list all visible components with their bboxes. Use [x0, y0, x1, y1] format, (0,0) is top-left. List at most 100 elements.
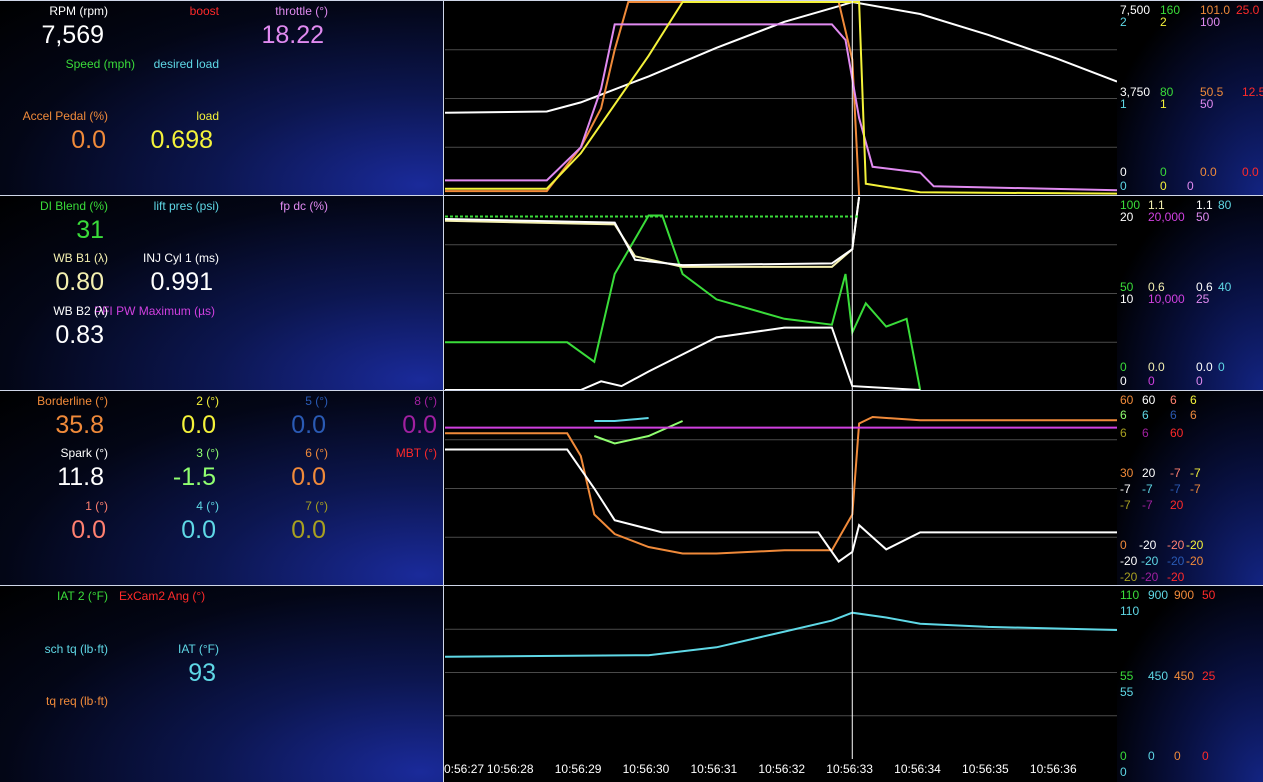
gauge-value-knock-5: 0.0 — [291, 411, 326, 439]
gauge-label-iat2: IAT 2 (°F) — [56, 589, 108, 603]
gauge-label-desired-load: desired load — [153, 57, 219, 71]
gauge-label-iat: IAT (°F) — [177, 642, 219, 656]
time-tick-label: 10:56:32 — [758, 762, 806, 776]
gauge-value-knock-1: 0.0 — [71, 516, 106, 544]
scale-4-mid-1: 55 — [1120, 669, 1134, 683]
series-line-1-0 — [445, 1, 1117, 114]
time-tick-label: 10:56:28 — [486, 762, 534, 776]
time-tick-label: 10:56:36 — [1029, 762, 1077, 776]
scale-4-top-3: 900 — [1174, 588, 1195, 602]
time-tick-label: 10:56:35 — [962, 762, 1009, 776]
scale-4-mid-3: 450 — [1174, 669, 1195, 683]
time-tick-label: 0:56:27 — [444, 762, 485, 776]
scale-4-mid-2: 450 — [1148, 669, 1169, 683]
scale-2-bot2-2: 0 — [1148, 374, 1155, 388]
gauge-label-knock-3: 3 (°) — [196, 446, 219, 460]
scale-3-top3-3: 60 — [1170, 426, 1184, 440]
scale-2-top2-1: 20 — [1120, 210, 1134, 224]
scale-3-mid2-4: -7 — [1190, 482, 1201, 496]
gauge-value-spark: 11.8 — [57, 463, 104, 491]
gauge-label-throttle: throttle (°) — [275, 4, 328, 18]
scale-2: 100 1.1 1.1 80 20 20,000 50 50 0.6 0.6 4… — [1117, 196, 1263, 390]
scale-1-mid2-2: 1 — [1160, 97, 1167, 111]
scale-4-bot-1: 0 — [1120, 749, 1127, 763]
scale-2-top2-3: 50 — [1196, 210, 1210, 224]
scale-3-mid-1: 30 — [1120, 466, 1134, 480]
gauge-value-knock-3: -1.5 — [172, 463, 216, 491]
scale-3-top2-4: 6 — [1190, 408, 1197, 422]
scale-2-mid-4: 40 — [1218, 280, 1232, 294]
panel-4: IAT 2 (°F) ExCam2 Ang (°) sch tq (lb·ft)… — [0, 585, 1263, 782]
panel-2: DI Blend (%) 31 lift pres (psi) fp dc (%… — [0, 195, 1263, 391]
series-line-2-3 — [445, 326, 921, 391]
scale-1-top2-1: 2 — [1120, 15, 1127, 29]
scale-2-bot2-3: 0 — [1196, 374, 1203, 388]
scale-1-bot2-1: 0 — [1120, 179, 1127, 193]
scale-3-bot2-3: -20 — [1167, 554, 1185, 568]
panel-1: RPM (rpm) 7,569 boost throttle (°) 18.22… — [0, 0, 1263, 196]
gauge-value-wb-b2: 0.83 — [55, 321, 104, 349]
scale-4-bot-2: 0 — [1148, 749, 1155, 763]
scale-1-top2-3: 100 — [1200, 15, 1221, 29]
series-line-2-1 — [445, 196, 861, 268]
scale-3-top3-2: 6 — [1142, 426, 1149, 440]
scale-3-top2-2: 6 — [1142, 408, 1149, 422]
scale-3-bot-2: -20 — [1139, 538, 1157, 552]
scale-2-mid2-2: 10,000 — [1148, 292, 1185, 306]
gauge-label-knock-1: 1 (°) — [85, 499, 108, 513]
scale-4-bot2-1: 0 — [1120, 765, 1127, 779]
scale-3-bot2-1: -20 — [1120, 554, 1138, 568]
scale-3-mid3-3: 20 — [1170, 498, 1184, 512]
scale-1-bot2-3: 0 — [1187, 179, 1194, 193]
plot-1[interactable] — [445, 1, 1117, 196]
gauge-area-1: RPM (rpm) 7,569 boost throttle (°) 18.22… — [0, 1, 444, 195]
series-line-2-0 — [445, 214, 922, 391]
series-line-3-1 — [445, 448, 1117, 564]
scale-2-bot-1: 0 — [1120, 360, 1127, 374]
scale-2-top-4: 80 — [1218, 198, 1232, 212]
scale-2-bot2-1: 0 — [1120, 374, 1127, 388]
scale-3-mid3-1: -7 — [1120, 498, 1131, 512]
scale-4-top-1: 110 — [1120, 588, 1140, 602]
gauge-value-iat: 93 — [188, 659, 216, 687]
time-tick-label: 10:56:33 — [826, 762, 873, 776]
scale-3-mid-2: 20 — [1142, 466, 1156, 480]
plot-3[interactable] — [445, 391, 1117, 586]
gauge-label-load: load — [196, 109, 219, 123]
scale-1-bot-3: 0.0 — [1200, 165, 1217, 179]
gauge-label-pfi-pw-max: PFI PW Maximum (µs) — [94, 304, 215, 318]
gauge-label-wb-b1: WB B1 (λ) — [53, 251, 108, 265]
gauge-label-knock-5: 5 (°) — [305, 394, 328, 408]
gauge-value-load: 0.698 — [150, 126, 213, 154]
scale-1-bot-4: 0.0 — [1242, 165, 1259, 179]
time-tick-label: 10:56:29 — [554, 762, 602, 776]
scale-1-bot-1: 0 — [1120, 165, 1127, 179]
gauge-value-wb-b1: 0.80 — [55, 268, 104, 296]
scale-1-bot-2: 0 — [1160, 165, 1167, 179]
gauge-label-knock-2: 2 (°) — [196, 394, 219, 408]
gauge-label-rpm: RPM (rpm) — [49, 4, 108, 18]
scale-3-bot3-1: -20 — [1120, 570, 1138, 584]
gauge-label-speed: Speed (mph) — [65, 57, 135, 71]
scale-2-mid2-3: 25 — [1196, 292, 1210, 306]
scale-2-top2-2: 20,000 — [1148, 210, 1185, 224]
scale-3-bot-3: -20 — [1167, 538, 1185, 552]
time-tick-label: 10:56:31 — [690, 762, 738, 776]
gauge-label-knock-4: 4 (°) — [196, 499, 219, 513]
gauge-label-borderline: Borderline (°) — [37, 394, 108, 408]
plot-2[interactable] — [445, 196, 1117, 391]
gauge-label-knock-6: 6 (°) — [305, 446, 328, 460]
scale-3-bot2-2: -20 — [1141, 554, 1159, 568]
time-axis: 0:56:27 10:56:28 10:56:29 10:56:30 10:56:31 1… — [444, 758, 1117, 782]
scale-4-bot-4: 0 — [1202, 749, 1209, 763]
gauge-label-inj-cyl1: INJ Cyl 1 (ms) — [143, 251, 219, 265]
gauge-area-4: IAT 2 (°F) ExCam2 Ang (°) sch tq (lb·ft)… — [0, 586, 444, 782]
plot-4[interactable] — [445, 586, 1117, 782]
gauge-label-knock-7: 7 (°) — [305, 499, 328, 513]
gauge-value-borderline: 35.8 — [55, 411, 104, 439]
gauge-label-wb-b2: WB B2 (λ) — [53, 304, 108, 318]
series-line-1-3 — [445, 1, 1117, 195]
scale-3-bot-1: 0 — [1120, 538, 1127, 552]
scale-1-mid-4: 12.5 — [1242, 85, 1263, 99]
scale-3-top-1: 60 — [1120, 393, 1134, 407]
